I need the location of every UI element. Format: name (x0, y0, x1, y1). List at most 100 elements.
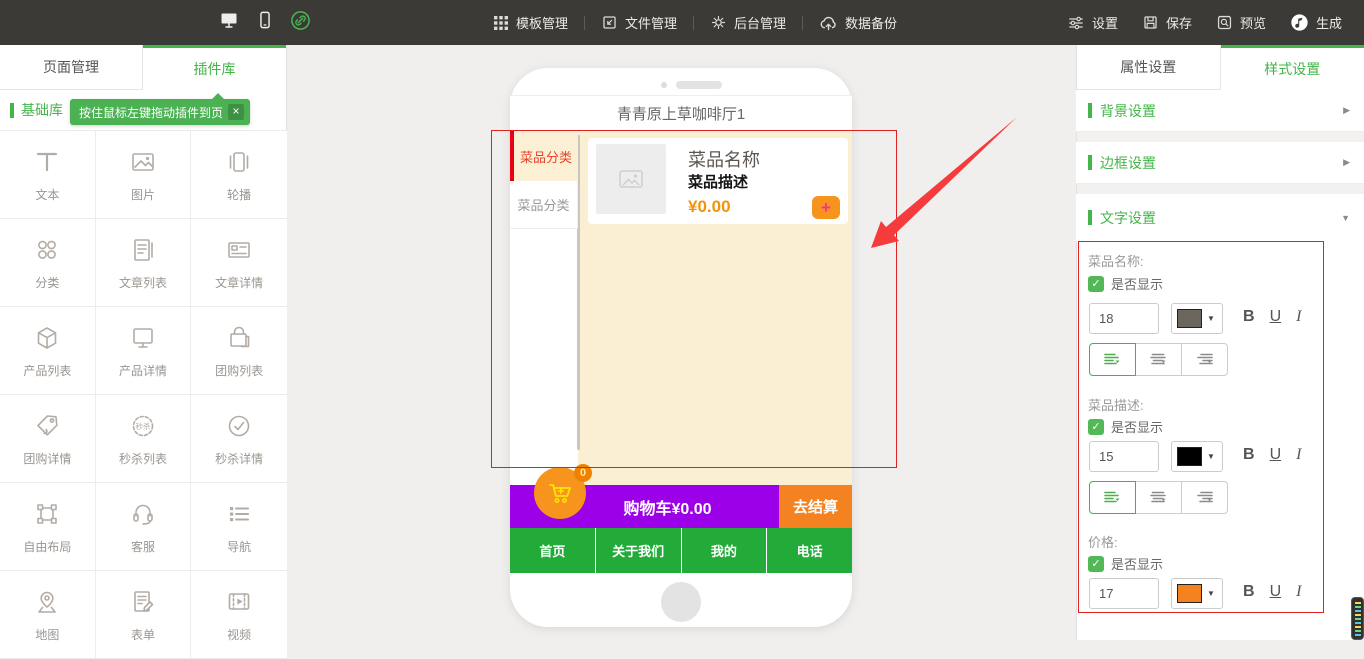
cart-button[interactable]: 0 (534, 467, 586, 519)
align-center-button[interactable] (1135, 481, 1182, 514)
article-list-icon (127, 234, 159, 266)
font-size-input[interactable] (1089, 303, 1159, 334)
plugin-carousel[interactable]: 轮播 (191, 131, 287, 219)
divider (584, 16, 585, 30)
cloud-upload-icon (819, 14, 838, 31)
bold-button[interactable]: B (1243, 308, 1255, 326)
cart-badge: 0 (574, 464, 592, 482)
plugin-free-layout[interactable]: 自由布局 (0, 483, 96, 571)
font-size-input[interactable] (1089, 578, 1159, 609)
plugin-product-detail[interactable]: 产品详情 (96, 307, 192, 395)
plugin-category[interactable]: 分类 (0, 219, 96, 307)
tab-page-manage[interactable]: 页面管理 (0, 45, 143, 90)
bold-button[interactable]: B (1243, 583, 1255, 601)
font-size-input[interactable] (1089, 441, 1159, 472)
menu-template-manage[interactable]: 模板管理 (493, 13, 568, 32)
plugin-map[interactable]: 地图 (0, 571, 96, 659)
bold-button[interactable]: B (1243, 446, 1255, 464)
phone-home-button (661, 582, 701, 622)
section-background-settings[interactable]: 背景设置 ▶ (1076, 90, 1364, 132)
phone-speaker (676, 81, 722, 89)
clock-check-icon (223, 410, 255, 442)
carousel-icon (223, 146, 255, 178)
align-center-button[interactable] (1135, 343, 1182, 376)
desktop-preview-icon[interactable] (218, 10, 240, 35)
plugin-video[interactable]: 视频 (191, 571, 287, 659)
italic-button[interactable]: I (1296, 446, 1301, 464)
plugin-label: 产品列表 (23, 362, 71, 379)
italic-button[interactable]: I (1296, 308, 1301, 326)
nav-about[interactable]: 关于我们 (596, 528, 681, 573)
plugin-navigation[interactable]: 导航 (191, 483, 287, 571)
tab-plugin-library[interactable]: 插件库 (143, 45, 286, 90)
plugin-seckill-list[interactable]: 秒杀 秒杀列表 (96, 395, 192, 483)
nav-mine[interactable]: 我的 (682, 528, 767, 573)
category-item-active[interactable]: 菜品分类 (510, 131, 578, 181)
menu-file-manage[interactable]: 文件管理 (601, 13, 677, 32)
svg-text:秒杀: 秒杀 (135, 421, 150, 431)
underline-button[interactable]: U (1270, 446, 1282, 464)
plugin-groupbuy-detail[interactable]: 团购详情 (0, 395, 96, 483)
dish-price: ¥0.00 (688, 197, 731, 217)
color-dropdown[interactable]: ▼ (1171, 303, 1223, 334)
action-label: 设置 (1092, 13, 1118, 32)
menu-backend-manage[interactable]: 后台管理 (710, 13, 786, 32)
plugin-form[interactable]: 表单 (96, 571, 192, 659)
dish-card[interactable]: 菜品名称 菜品描述 ¥0.00 + (588, 138, 848, 224)
preview-button[interactable]: 预览 (1216, 13, 1266, 32)
underline-button[interactable]: U (1270, 583, 1282, 601)
sliders-icon (1067, 15, 1085, 31)
plugin-groupbuy-list[interactable]: 团购列表 (191, 307, 287, 395)
tab-style-settings[interactable]: 样式设置 (1221, 45, 1364, 90)
section-accent-bar (1088, 155, 1092, 170)
checkbox-checked[interactable]: ✓ (1088, 276, 1104, 292)
align-right-button[interactable] (1181, 343, 1228, 376)
plugin-customer-service[interactable]: 客服 (96, 483, 192, 571)
add-dish-button[interactable]: + (812, 196, 840, 219)
settings-button[interactable]: 设置 (1067, 13, 1118, 32)
color-swatch (1177, 447, 1202, 466)
show-toggle-row: ✓ 是否显示 (1088, 417, 1163, 436)
checkout-button[interactable]: 去结算 (779, 485, 852, 528)
plugin-text[interactable]: 文本 (0, 131, 96, 219)
underline-button[interactable]: U (1270, 308, 1282, 326)
plugin-label: 秒杀详情 (215, 450, 263, 467)
map-pin-icon (31, 586, 63, 618)
tab-attribute-settings[interactable]: 属性设置 (1077, 45, 1221, 90)
plugin-seckill-detail[interactable]: 秒杀详情 (191, 395, 287, 483)
color-swatch (1177, 584, 1202, 603)
plugin-product-list[interactable]: 产品列表 (0, 307, 96, 395)
color-dropdown[interactable]: ▼ (1171, 578, 1223, 609)
show-toggle-row: ✓ 是否显示 (1088, 274, 1163, 293)
align-left-button[interactable] (1089, 481, 1136, 514)
tooltip-arrow (212, 93, 224, 99)
category-item[interactable]: 菜品分类 (510, 181, 578, 229)
section-text-settings[interactable]: 文字设置 ▼ (1076, 194, 1364, 241)
align-left-button[interactable] (1089, 343, 1136, 376)
checkbox-checked[interactable]: ✓ (1088, 419, 1104, 435)
color-dropdown[interactable]: ▼ (1171, 441, 1223, 472)
plugin-image[interactable]: 图片 (96, 131, 192, 219)
generate-button[interactable]: 生成 (1290, 13, 1342, 32)
nav-home[interactable]: 首页 (510, 528, 595, 573)
page-title-bar[interactable]: 青青原上草咖啡厅1 (510, 95, 852, 131)
article-detail-icon (223, 234, 255, 266)
save-button[interactable]: 保存 (1142, 13, 1192, 32)
scrollbar-thumb[interactable] (1351, 597, 1364, 640)
plugin-label: 导航 (227, 538, 251, 555)
align-right-button[interactable] (1181, 481, 1228, 514)
plugin-label: 文章详情 (215, 274, 263, 291)
screen-icon (127, 322, 159, 354)
section-border-settings[interactable]: 边框设置 ▶ (1076, 142, 1364, 184)
checkbox-checked[interactable]: ✓ (1088, 556, 1104, 572)
nav-phone[interactable]: 电话 (767, 528, 852, 573)
tooltip-close-icon[interactable]: × (228, 104, 244, 120)
form-pencil-icon (127, 586, 159, 618)
category-label: 菜品分类 (520, 147, 572, 166)
menu-data-backup[interactable]: 数据备份 (819, 13, 897, 32)
plugin-article-detail[interactable]: 文章详情 (191, 219, 287, 307)
plugin-article-list[interactable]: 文章列表 (96, 219, 192, 307)
mobile-preview-icon[interactable] (256, 9, 274, 36)
italic-button[interactable]: I (1296, 583, 1301, 601)
link-icon[interactable] (290, 10, 311, 36)
